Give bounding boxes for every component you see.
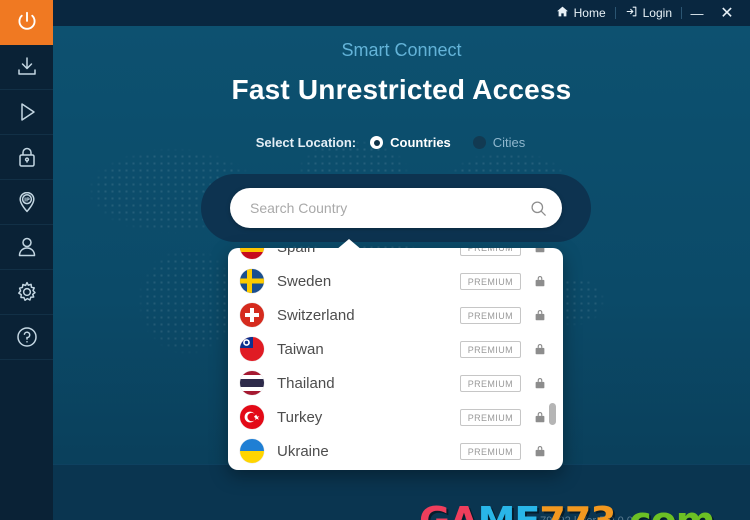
- lock-icon: [533, 443, 547, 459]
- list-item[interactable]: Sweden PREMIUM: [228, 264, 563, 298]
- premium-badge: PREMIUM: [459, 272, 521, 290]
- lock-icon: [533, 375, 547, 391]
- watermark-part-3: 773: [539, 499, 616, 520]
- vpn-app-window: IP Home Login — ✕ Smart Connect Fast Unr…: [0, 0, 750, 520]
- list-item[interactable]: Switzerland PREMIUM: [228, 298, 563, 332]
- country-name: Turkey: [277, 408, 323, 426]
- page-title: Fast Unrestricted Access: [231, 74, 572, 105]
- download-icon: [15, 55, 39, 79]
- select-location-label: Select Location:: [255, 135, 357, 150]
- dropdown-scrollbar-thumb[interactable]: [549, 403, 556, 425]
- country-name: Taiwan: [277, 340, 324, 358]
- list-item[interactable]: Turkey PREMIUM: [228, 400, 563, 434]
- user-icon: [15, 235, 39, 259]
- main-stage: Smart Connect Fast Unrestricted Access S…: [53, 26, 750, 520]
- country-dropdown: Spain PREMIUM: [228, 248, 563, 470]
- search-icon[interactable]: [529, 199, 548, 218]
- gear-icon: [15, 280, 39, 304]
- list-item[interactable]: Spain PREMIUM: [228, 248, 563, 264]
- country-list: Spain PREMIUM: [228, 248, 563, 468]
- titlebar: Home Login — ✕: [53, 0, 750, 26]
- lock-icon: [533, 248, 547, 255]
- home-label: Home: [573, 6, 606, 20]
- login-button[interactable]: Login: [616, 0, 681, 26]
- sidebar-item-settings[interactable]: [0, 270, 53, 315]
- watermark-part-1: GA: [419, 499, 479, 520]
- list-item[interactable]: Ukraine PREMIUM: [228, 434, 563, 468]
- sidebar-item-power[interactable]: [0, 0, 53, 45]
- sidebar: IP: [0, 0, 53, 520]
- sidebar-item-help[interactable]: [0, 315, 53, 360]
- watermark: GAME773.com: [419, 499, 716, 520]
- search-container: [201, 174, 591, 242]
- select-location-row: Select Location: Countries Cities: [53, 135, 750, 150]
- premium-badge: PREMIUM: [459, 306, 521, 324]
- login-label: Login: [642, 6, 672, 20]
- play-icon: [15, 100, 39, 124]
- list-item[interactable]: Thailand PREMIUM: [228, 366, 563, 400]
- sidebar-filler: [0, 360, 53, 520]
- dropdown-caret: [336, 239, 362, 250]
- premium-badge: PREMIUM: [459, 340, 521, 358]
- lock-icon: [533, 307, 547, 323]
- country-name: Sweden: [277, 272, 332, 290]
- spain-flag: [240, 248, 264, 259]
- switzerland-flag: [240, 303, 264, 327]
- sidebar-item-download[interactable]: [0, 45, 53, 90]
- turkey-flag: [240, 405, 264, 429]
- lock-icon: [533, 341, 547, 357]
- radio-option-countries[interactable]: Countries: [370, 135, 451, 150]
- watermark-part-2: ME: [478, 499, 541, 520]
- question-icon: [15, 325, 39, 349]
- premium-badge: PREMIUM: [459, 374, 521, 392]
- premium-badge: PREMIUM: [459, 442, 521, 460]
- sweden-flag: [240, 269, 264, 293]
- minimize-button[interactable]: —: [682, 0, 712, 26]
- close-button[interactable]: ✕: [712, 0, 742, 26]
- premium-badge: PREMIUM: [459, 248, 521, 256]
- thailand-flag: [240, 371, 264, 395]
- premium-badge: PREMIUM: [459, 408, 521, 426]
- ukraine-flag: [240, 439, 264, 463]
- country-name: Spain: [277, 248, 460, 256]
- lock-icon: [533, 409, 547, 425]
- lock-icon: [15, 145, 39, 169]
- search-pill[interactable]: [230, 188, 562, 228]
- radio-countries-icon: [370, 136, 384, 149]
- country-name: Ukraine: [277, 442, 329, 460]
- smart-connect-subtitle: Smart Connect: [341, 40, 462, 60]
- ip-pin-icon: IP: [15, 190, 39, 214]
- power-icon: [14, 9, 40, 35]
- radio-countries-label: Countries: [390, 135, 451, 150]
- watermark-part-4: .com: [616, 499, 716, 520]
- list-item[interactable]: Taiwan PREMIUM: [228, 332, 563, 366]
- sidebar-item-security[interactable]: [0, 135, 53, 180]
- taiwan-flag: [240, 337, 264, 361]
- radio-cities-icon: [472, 136, 486, 149]
- radio-option-cities[interactable]: Cities: [472, 135, 526, 150]
- search-input[interactable]: [250, 200, 529, 216]
- svg-text:IP: IP: [24, 198, 30, 204]
- house-icon: [556, 5, 569, 21]
- sidebar-item-ip-location[interactable]: IP: [0, 180, 53, 225]
- sign-in-icon: [625, 5, 638, 21]
- sidebar-item-play[interactable]: [0, 90, 53, 135]
- radio-cities-label: Cities: [492, 135, 526, 150]
- home-button[interactable]: Home: [547, 0, 615, 26]
- sidebar-item-account[interactable]: [0, 225, 53, 270]
- lock-icon: [533, 273, 547, 289]
- country-name: Thailand: [277, 374, 335, 392]
- country-name: Switzerland: [277, 306, 355, 324]
